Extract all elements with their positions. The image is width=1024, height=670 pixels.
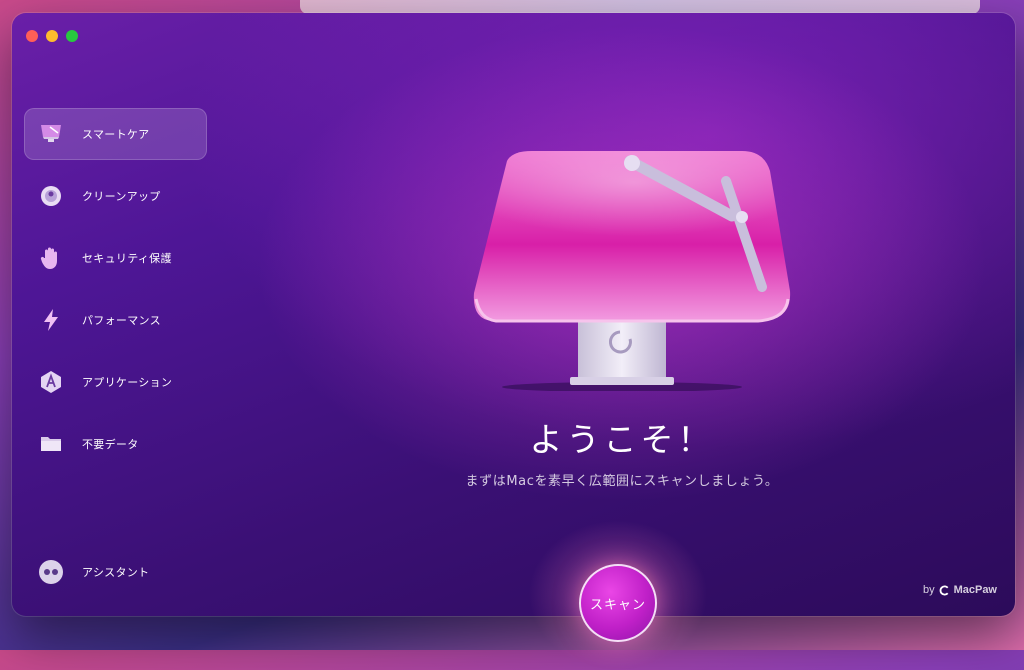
sidebar-item-cleanup[interactable]: クリーンアップ [24, 170, 207, 222]
applications-icon [38, 369, 64, 395]
sidebar-item-protection[interactable]: セキュリティ保護 [24, 232, 207, 284]
sidebar-item-applications[interactable]: アプリケーション [24, 356, 207, 408]
cleanup-icon [38, 183, 64, 209]
brand-name: MacPaw [953, 584, 997, 596]
sidebar-item-performance[interactable]: パフォーマンス [24, 294, 207, 346]
smart-care-icon [38, 121, 64, 147]
welcome-title: ようこそ！ [529, 420, 715, 459]
protection-hand-icon [38, 245, 64, 271]
cleanmymac-imac-illustration [452, 141, 792, 392]
macpaw-logo-icon [939, 584, 948, 596]
sidebar-item-label: アシスタント [82, 566, 150, 579]
app-window: スマートケア クリーンアップ セキュリティ保護 パフォーマンス アプリケーション… [12, 13, 1015, 616]
sidebar-item-smart-care[interactable]: スマートケア [24, 108, 207, 160]
sidebar-item-clutter[interactable]: 不要データ [24, 418, 207, 470]
sidebar-item-label: パフォーマンス [82, 314, 161, 327]
welcome-subtitle: まずはMacを素早く広範囲にスキャンしましょう。 [465, 474, 779, 489]
sidebar-item-label: セキュリティ保護 [82, 252, 172, 265]
sidebar: スマートケア クリーンアップ セキュリティ保護 パフォーマンス アプリケーション… [12, 13, 222, 616]
performance-bolt-icon [38, 307, 64, 333]
brand-prefix: by [922, 584, 935, 596]
macpaw-brand: by MacPaw [923, 584, 997, 596]
sidebar-item-label: アプリケーション [82, 376, 173, 389]
sidebar-item-label: クリーンアップ [82, 190, 161, 203]
scan-button[interactable]: スキャン [579, 564, 657, 642]
assistant-icon [38, 559, 64, 585]
desktop-wallpaper-strip [300, 0, 980, 14]
sidebar-item-assistant[interactable]: アシスタント [24, 546, 207, 598]
sidebar-item-label: 不要データ [82, 438, 139, 451]
sidebar-item-label: スマートケア [82, 128, 150, 141]
clutter-folder-icon [38, 431, 64, 457]
